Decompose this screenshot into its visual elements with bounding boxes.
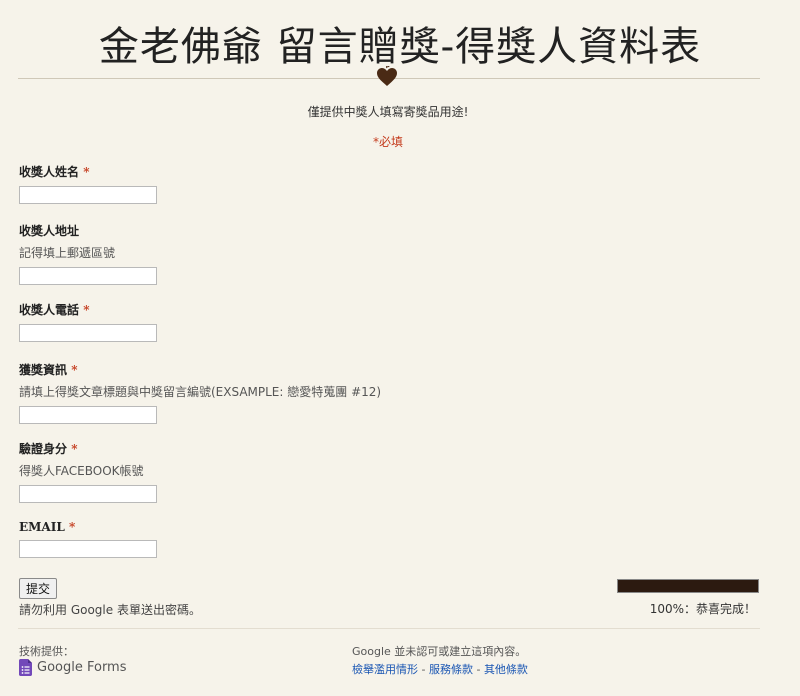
recipient-name-input[interactable] — [19, 186, 157, 204]
question-label: 收獎人電話 * — [19, 303, 90, 317]
terms-of-service-link[interactable]: 服務條款 — [429, 663, 473, 676]
question-help-text: 得獎人FACEBOOK帳號 — [19, 464, 144, 478]
footer-divider — [18, 628, 760, 629]
prize-info-input[interactable] — [19, 406, 157, 424]
required-note: *必填 — [372, 135, 403, 149]
submit-button[interactable]: 提交 — [19, 578, 58, 599]
facebook-account-input[interactable] — [19, 485, 157, 503]
password-warning: 請勿利用 Google 表單送出密碼。 — [19, 603, 201, 617]
report-abuse-link[interactable]: 檢舉濫用情形 — [352, 663, 418, 676]
question-help-text: 請填上得獎文章標題與中獎留言編號(EXSAMPLE: 戀愛特蒐團 #12) — [19, 385, 382, 399]
question-recipient-phone: 收獎人電話 * — [19, 301, 157, 342]
powered-by-label: 技術提供： — [19, 645, 74, 658]
question-label: 收獎人姓名 * — [19, 165, 90, 179]
question-label: 驗證身分 * — [19, 442, 78, 456]
progress-bar — [617, 579, 759, 593]
required-asterisk: * — [68, 520, 76, 534]
question-label: 收獎人地址 — [19, 224, 80, 238]
google-forms-icon — [19, 659, 32, 676]
question-label: EMAIL * — [19, 520, 76, 534]
question-recipient-address: 收獎人地址 記得填上郵遞區號 — [19, 222, 157, 285]
question-help-text: 記得填上郵遞區號 — [19, 246, 116, 260]
email-input[interactable] — [19, 540, 157, 558]
progress-text: 100%：恭喜完成！ — [649, 602, 756, 616]
question-recipient-name: 收獎人姓名 * — [19, 163, 157, 204]
other-terms-link[interactable]: 其他條款 — [484, 663, 528, 676]
required-asterisk: * — [83, 303, 90, 317]
form-title: 金老佛爺 留言贈獎-得獎人資料表 — [98, 24, 702, 70]
required-asterisk: * — [71, 363, 78, 377]
question-label: 獲獎資訊 * — [19, 363, 78, 377]
question-email: EMAIL * — [19, 520, 157, 558]
link-separator: - — [418, 663, 429, 676]
required-asterisk: * — [83, 165, 90, 179]
recipient-address-input[interactable] — [19, 267, 157, 285]
heart-ornament-icon — [377, 66, 397, 86]
google-disclaimer: Google 並未認可或建立這項內容。 — [352, 645, 527, 658]
google-forms-wordmark: Google Forms — [37, 660, 127, 675]
recipient-phone-input[interactable] — [19, 324, 157, 342]
form-description: 僅提供中獎人填寫寄獎品用途! — [307, 105, 469, 119]
question-prize-info: 獲獎資訊 * 請填上得獎文章標題與中獎留言編號(EXSAMPLE: 戀愛特蒐團 … — [19, 361, 381, 424]
question-identity-verification: 驗證身分 * 得獎人FACEBOOK帳號 — [19, 440, 157, 503]
required-asterisk: * — [71, 442, 78, 456]
link-separator: - — [472, 663, 484, 676]
progress-bar-fill — [618, 580, 758, 592]
google-forms-logo[interactable]: Google Forms — [19, 659, 127, 676]
footer-links: 檢舉濫用情形 - 服務條款 - 其他條款 — [352, 661, 528, 677]
